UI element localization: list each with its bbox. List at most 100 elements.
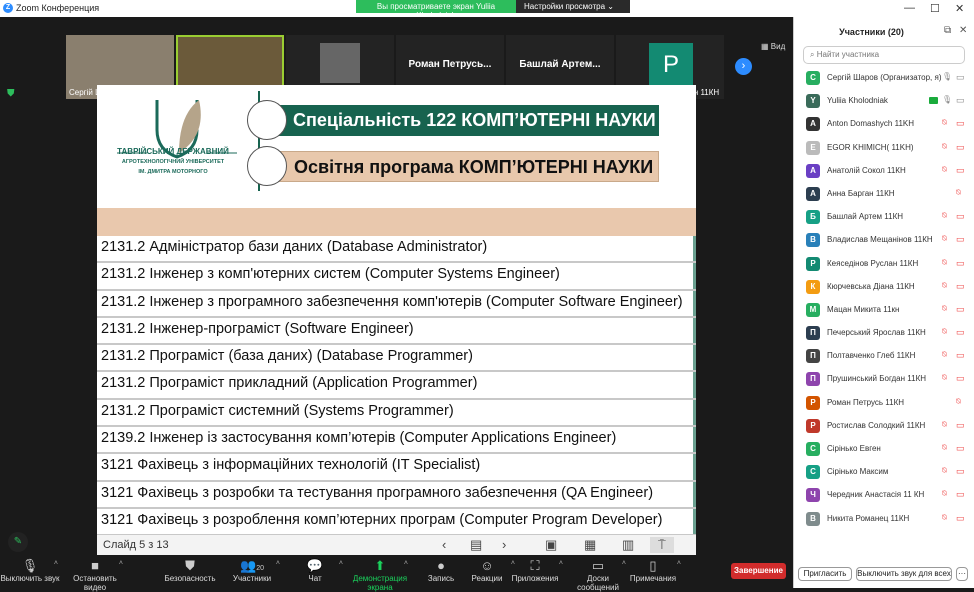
mic-muted-icon[interactable]: ⍉ <box>942 304 947 314</box>
mic-muted-icon[interactable]: ⍉ <box>942 466 947 476</box>
participant-row[interactable]: С Сірінько Максим ⍉ ▭ <box>794 462 974 485</box>
view-settings-button[interactable]: Настройки просмотра ⌄ <box>516 0 630 13</box>
mic-muted-icon[interactable]: ⍉ <box>942 281 947 291</box>
video-off-icon[interactable]: ▭ <box>956 420 965 431</box>
avatar: A <box>806 117 820 132</box>
normal-view-icon[interactable]: ▣ <box>545 537 557 553</box>
participant-row[interactable]: Б Башлай Артем 11КН ⍉ ▭ <box>794 207 974 230</box>
slideshow-icon[interactable]: ⍑ <box>650 537 674 553</box>
popout-icon[interactable]: ⧉ <box>944 25 951 36</box>
prev-slide-button[interactable]: ‹ <box>442 537 446 552</box>
participant-row[interactable]: С Сірінько Евген ⍉ ▭ <box>794 439 974 462</box>
participant-row[interactable]: A Anton Domashych 11KH ⍉ ▭ <box>794 114 974 137</box>
video-off-icon[interactable]: ▭ <box>956 373 965 384</box>
minimize-button[interactable]: — <box>904 2 915 14</box>
mic-muted-icon[interactable]: ⍉ <box>942 489 947 499</box>
chevron-up-icon[interactable]: ˄ <box>559 560 563 567</box>
video-off-icon[interactable]: ▭ <box>956 258 965 269</box>
video-off-icon[interactable]: ▭ <box>956 350 965 361</box>
video-off-icon[interactable]: ▭ <box>956 304 965 315</box>
next-videos-button[interactable]: › <box>735 58 752 75</box>
participant-row[interactable]: А Анатолій Сокол 11КН ⍉ ▭ <box>794 161 974 184</box>
video-off-icon[interactable]: ▭ <box>956 142 965 153</box>
video-off-icon[interactable]: ▭ <box>956 443 965 454</box>
video-off-icon[interactable]: ▭ <box>956 211 965 222</box>
chevron-up-icon[interactable]: ˄ <box>54 560 58 567</box>
video-off-icon[interactable]: ▭ <box>956 118 965 129</box>
mic-muted-icon[interactable]: ⍉ <box>942 118 947 128</box>
next-slide-button[interactable]: › <box>502 537 506 552</box>
chevron-up-icon[interactable]: ˄ <box>677 560 681 567</box>
toolbar-chat-button[interactable]: 💬 Чат ˄ <box>285 558 345 583</box>
video-off-icon[interactable]: ▭ <box>956 234 965 245</box>
invite-button[interactable]: Пригласить <box>798 567 852 581</box>
view-button[interactable]: ▦ Вид <box>761 42 785 51</box>
video-off-icon[interactable]: ▭ <box>956 513 965 524</box>
participant-row[interactable]: Р Кеяседінов Руслан 11КН ⍉ ▭ <box>794 254 974 277</box>
video-icon[interactable]: ▭ <box>956 95 965 106</box>
slide-sorter-icon[interactable]: ▦ <box>584 537 596 553</box>
toolbar-microphone-button[interactable]: 🎙 Выключить звук ˄ <box>0 558 60 583</box>
participant-row[interactable]: С Сергій Шаров (Организатор, я) 🎙 ▭ <box>794 68 974 91</box>
mic-muted-icon[interactable]: ⍉ <box>942 142 947 152</box>
video-off-icon[interactable]: ▭ <box>956 489 965 500</box>
mic-muted-icon[interactable]: ⍉ <box>956 188 961 198</box>
end-meeting-button[interactable]: Завершение <box>731 563 786 579</box>
participant-row[interactable]: П Прушинський Богдан 11КН ⍉ ▭ <box>794 369 974 392</box>
participant-row[interactable]: Ч Чередник Анастасія 11 КН ⍉ ▭ <box>794 485 974 508</box>
video-icon[interactable]: ▭ <box>956 72 965 83</box>
participant-row[interactable]: К Кюрчевська Діана 11КН ⍉ ▭ <box>794 277 974 300</box>
participant-row[interactable]: В Владислав Мещанінов 11КН ⍉ ▭ <box>794 230 974 253</box>
chevron-up-icon[interactable]: ˄ <box>119 560 123 567</box>
mic-muted-icon[interactable]: ⍉ <box>942 513 947 523</box>
toolbar-share-screen-button[interactable]: ⬆ Демонстрация экрана ˄ <box>350 558 410 592</box>
mute-all-button[interactable]: Выключить звук для всех <box>856 567 952 581</box>
video-off-icon[interactable]: ▭ <box>956 165 965 176</box>
video-off-icon[interactable]: ▭ <box>956 327 965 338</box>
more-button[interactable]: ··· <box>956 567 968 581</box>
mic-muted-icon[interactable]: ⍉ <box>942 327 947 337</box>
microphone-icon: 🎙 <box>21 558 39 573</box>
reading-view-icon[interactable]: ▥ <box>622 537 634 553</box>
toolbar-video-camera-button[interactable]: ■ Остановить видео ˄ <box>65 558 125 592</box>
mic-muted-icon[interactable]: ⍉ <box>956 397 961 407</box>
annotate-pen-icon[interactable]: ✎ <box>8 532 28 552</box>
participant-row[interactable]: Р Роман Петрусь 11КН ⍉ <box>794 393 974 416</box>
participant-row[interactable]: Р Ростислав Солодкий 11КН ⍉ ▭ <box>794 416 974 439</box>
mic-muted-icon[interactable]: ⍉ <box>942 373 947 383</box>
participant-name: Владислав Мещанінов 11КН <box>827 235 933 245</box>
toolbar-whiteboard-button[interactable]: ▭ Доски сообщений ˄ <box>568 558 628 592</box>
mic-muted-icon[interactable]: ⍉ <box>942 234 947 244</box>
mic-muted-icon[interactable]: ⍉ <box>942 350 947 360</box>
maximize-button[interactable]: ☐ <box>930 2 940 15</box>
close-button[interactable]: ✕ <box>955 2 964 15</box>
mic-muted-icon[interactable]: ⍉ <box>942 258 947 268</box>
participant-row[interactable]: А Анна Барган 11КН ⍉ <box>794 184 974 207</box>
toolbar-notes-button[interactable]: ▯ Примечания ˄ <box>623 558 683 583</box>
chevron-up-icon[interactable]: ˄ <box>404 560 408 567</box>
toolbar-apps-button[interactable]: ⛶ Приложения ˄ <box>505 558 565 583</box>
participant-search-input[interactable]: ⌕ Найти участника <box>803 46 965 64</box>
chevron-up-icon[interactable]: ˄ <box>339 560 343 567</box>
participant-name: Анна Барган 11КН <box>827 188 895 198</box>
participant-row[interactable]: Y Yuliia Kholodniak 🎙 ▭ <box>794 91 974 114</box>
toolbar-shield-button[interactable]: ⛊ Безопасность <box>160 558 220 583</box>
avatar: Y <box>806 94 820 109</box>
video-off-icon[interactable]: ▭ <box>956 466 965 477</box>
mic-muted-icon[interactable]: ⍉ <box>942 443 947 453</box>
mic-icon[interactable]: 🎙 <box>942 72 952 81</box>
mic-icon[interactable]: 🎙 <box>942 95 952 104</box>
participant-row[interactable]: П Полтавченко Глеб 11КН ⍉ ▭ <box>794 346 974 369</box>
chevron-up-icon[interactable]: ˄ <box>276 560 280 567</box>
participant-row[interactable]: В Никита Романец 11КН ⍉ ▭ <box>794 509 974 532</box>
mic-muted-icon[interactable]: ⍉ <box>942 420 947 430</box>
close-panel-icon[interactable]: ✕ <box>959 25 967 36</box>
participant-row[interactable]: М Мацан Микита 11кн ⍉ ▭ <box>794 300 974 323</box>
participant-row[interactable]: П Печерський Ярослав 11КН ⍉ ▭ <box>794 323 974 346</box>
participant-row[interactable]: E EGOR KHIMICH( 11KH) ⍉ ▭ <box>794 138 974 161</box>
toolbar-participants-button[interactable]: 👥20 Участники ˄ <box>222 558 282 583</box>
mic-muted-icon[interactable]: ⍉ <box>942 165 947 175</box>
video-off-icon[interactable]: ▭ <box>956 281 965 292</box>
slide-list-icon[interactable]: ▤ <box>470 537 482 553</box>
mic-muted-icon[interactable]: ⍉ <box>942 211 947 221</box>
